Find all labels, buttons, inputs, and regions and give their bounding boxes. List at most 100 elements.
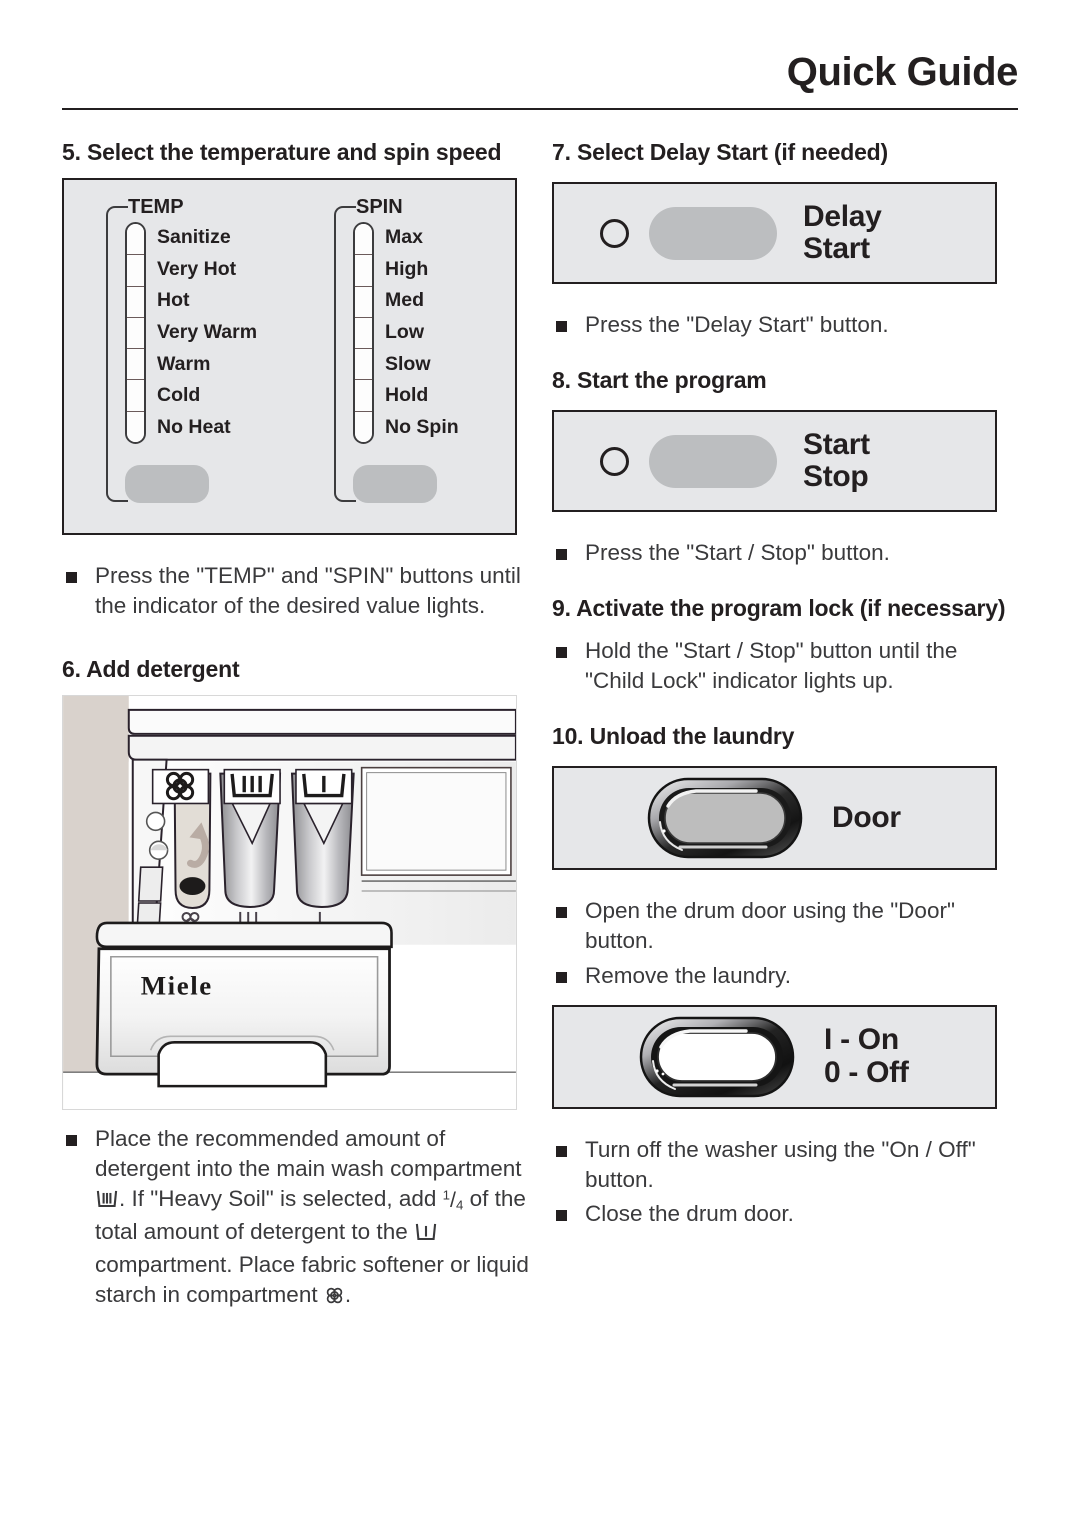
spin-selector-group: SPIN Max High Med Low Slow Hold No Spin [334, 196, 494, 504]
temp-indicator-segment [127, 224, 144, 255]
fabric-softener-icon [325, 1283, 344, 1313]
detergent-text-part5: . [344, 1281, 352, 1307]
spin-button[interactable] [353, 465, 437, 504]
list-item: Press the "TEMP" and "SPIN" buttons unti… [62, 561, 532, 621]
spin-indicator-segment [355, 224, 372, 255]
fraction-denominator: 4 [455, 1197, 464, 1213]
temp-option-list: Sanitize Very Hot Hot Very Warm Warm Col… [157, 222, 257, 444]
power-control-panel: I - On 0 - Off [552, 1004, 997, 1109]
spin-indicator-segment [355, 316, 372, 349]
delay-start-button[interactable] [649, 206, 777, 260]
temp-option: No Heat [157, 416, 231, 439]
spin-indicator-segment [355, 348, 372, 380]
prewash-compartment-icon [415, 1220, 437, 1250]
step-5-heading: 5. Select the temperature and spin speed [62, 139, 502, 165]
start-stop-caption-line1: Start [803, 428, 870, 462]
step-10-door-bullets: Open the drum door using the "Door" butt… [552, 896, 1018, 991]
detergent-drawer-illustration: Miele [62, 694, 517, 1110]
start-stop-button[interactable] [649, 434, 777, 488]
list-item: Hold the "Start / Stop" button until the… [552, 636, 1018, 696]
start-stop-caption: Start Stop [803, 429, 870, 493]
start-stop-caption-line2: Stop [803, 460, 869, 494]
temp-indicator-segment [127, 379, 144, 411]
spin-indicator-segment [355, 285, 372, 317]
spin-option: Max [385, 226, 423, 249]
list-item: Remove the laundry. [552, 961, 1018, 991]
spin-option: Slow [385, 352, 431, 375]
list-item: Close the drum door. [552, 1199, 1018, 1229]
temp-bracket-icon [106, 206, 128, 503]
page-title: Quick Guide [786, 50, 1019, 94]
door-button[interactable] [646, 776, 804, 860]
door-control-panel: Door [552, 765, 997, 870]
door-caption: Door [832, 800, 901, 834]
list-item: Turn off the washer using the "On / Off"… [552, 1135, 1018, 1195]
step-7-heading: 7. Select Delay Start (if needed) [552, 139, 888, 165]
step-6-heading: 6. Add detergent [62, 655, 240, 682]
temp-option: Very Warm [157, 321, 258, 344]
step-6-bullets: Place the recommended amount of detergen… [62, 1124, 532, 1313]
power-button[interactable] [638, 1015, 796, 1099]
list-item: Place the recommended amount of detergen… [62, 1124, 532, 1313]
start-stop-control-panel: Start Stop [552, 410, 997, 513]
start-stop-led-icon [600, 446, 629, 476]
temp-selector-group: TEMP Sanitize Very Hot Hot Very Warm War… [106, 196, 266, 504]
temp-indicator-segment [127, 254, 144, 286]
temp-indicator-segment [127, 285, 144, 317]
spin-indicator-segment [355, 379, 372, 411]
temp-button[interactable] [125, 465, 209, 504]
spin-label: SPIN [356, 196, 403, 219]
list-item: Open the drum door using the "Door" butt… [552, 896, 1018, 956]
power-caption-line2: 0 - Off [824, 1055, 909, 1089]
delay-start-caption-line1: Delay [803, 200, 882, 234]
step-8-heading: 8. Start the program [552, 366, 767, 393]
spin-option-list: Max High Med Low Slow Hold No Spin [385, 222, 459, 444]
temp-body: Sanitize Very Hot Hot Very Warm Warm Col… [106, 222, 266, 445]
step-5-bullets: Press the "TEMP" and "SPIN" buttons unti… [62, 561, 532, 621]
power-caption: I - On 0 - Off [824, 1023, 909, 1089]
delay-start-led-icon [600, 218, 629, 248]
temp-indicator-segment [127, 348, 144, 380]
step-10-heading: 10. Unload the laundry [552, 722, 795, 749]
detergent-text-part4: compartment. Place fabric softener or li… [95, 1251, 529, 1307]
temp-option: Cold [157, 384, 201, 407]
temp-option: Sanitize [157, 226, 231, 249]
spin-option: High [385, 257, 429, 280]
spin-option: No Spin [385, 416, 459, 439]
selector-groups: TEMP Sanitize Very Hot Hot Very Warm War… [106, 196, 494, 504]
temp-label: TEMP [128, 196, 184, 219]
step-7-bullets: Press the "Delay Start" button. [552, 310, 1018, 340]
delay-start-control-panel: Delay Start [552, 182, 997, 285]
miele-wordmark: Miele [141, 970, 213, 1000]
temp-indicator-segment [127, 410, 144, 443]
temp-indicator-segment [127, 316, 144, 349]
header-divider [62, 108, 1018, 110]
fraction-numerator: 1 [442, 1187, 451, 1203]
spin-option: Low [385, 321, 424, 344]
page-header: Quick Guide [62, 52, 1018, 110]
detergent-text-part1: Place the recommended amount of detergen… [95, 1125, 522, 1181]
temp-option: Very Hot [157, 257, 237, 280]
spin-indicator-segment [355, 410, 372, 443]
spin-option: Hold [385, 384, 429, 407]
detergent-text-part2: . If "Heavy Soil" is selected, add [119, 1185, 437, 1211]
power-caption-line1: I - On [824, 1023, 899, 1057]
spin-indicator-bar [353, 222, 374, 445]
main-wash-compartment-icon [96, 1187, 118, 1217]
step-9-bullets: Hold the "Start / Stop" button until the… [552, 636, 1018, 696]
temp-option: Hot [157, 289, 190, 312]
temp-option: Warm [157, 352, 211, 375]
list-item: Press the "Delay Start" button. [552, 310, 1018, 340]
delay-start-caption: Delay Start [803, 201, 882, 265]
step-10-power-bullets: Turn off the washer using the "On / Off"… [552, 1135, 1018, 1230]
spin-indicator-segment [355, 254, 372, 286]
spin-option: Med [385, 289, 424, 312]
spin-bracket-icon [334, 206, 356, 503]
temp-indicator-bar [125, 222, 146, 445]
step-8-bullets: Press the "Start / Stop" button. [552, 538, 1018, 568]
delay-start-caption-line2: Start [803, 232, 870, 266]
spin-body: Max High Med Low Slow Hold No Spin [334, 222, 494, 445]
left-column: 5. Select the temperature and spin speed… [62, 138, 532, 1312]
right-column: 7. Select Delay Start (if needed) Delay … [552, 138, 1018, 1229]
quarter-fraction: 1/4 [442, 1187, 464, 1213]
